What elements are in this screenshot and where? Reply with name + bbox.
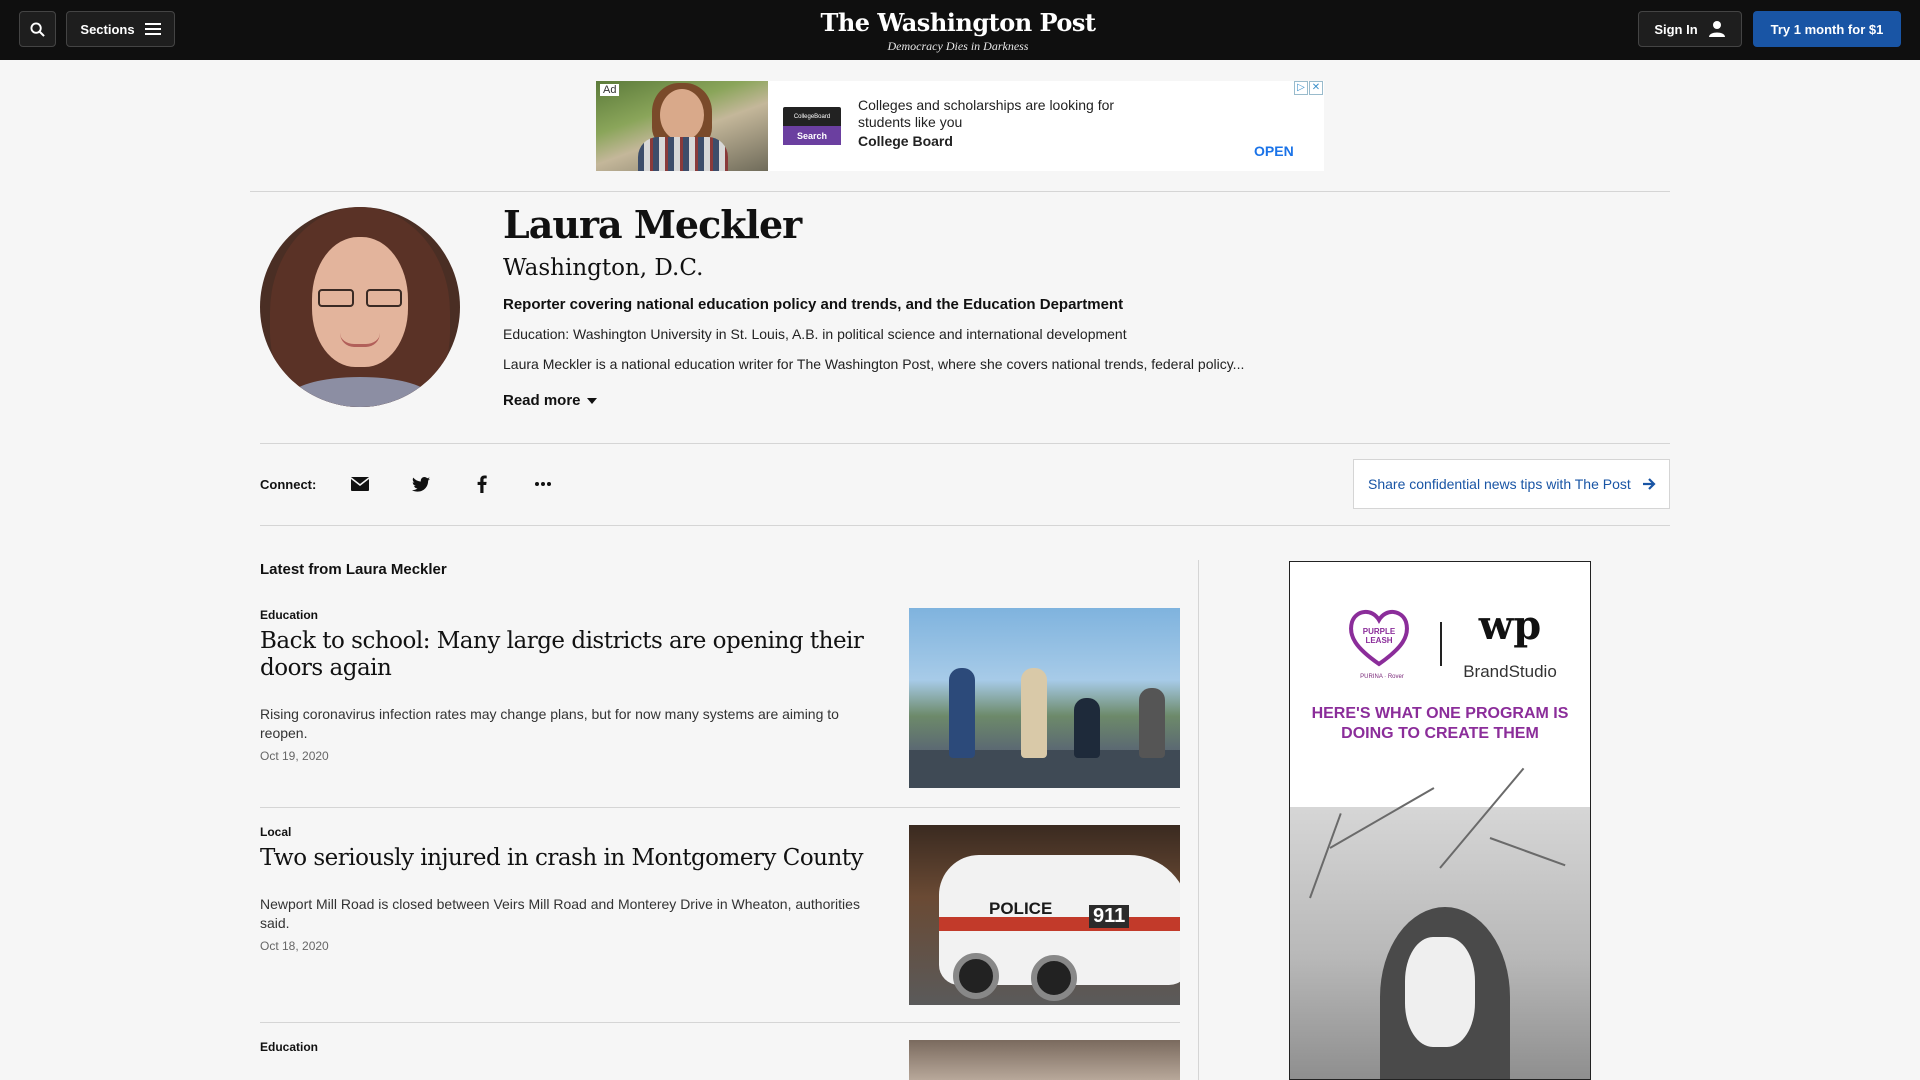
latest-section-title: Latest from Laura Meckler [260,561,447,578]
subscribe-button[interactable]: Try 1 month for $1 [1753,11,1901,47]
search-icon [30,21,45,37]
ad-text: Colleges and scholarships are looking fo… [858,97,1115,130]
sign-in-button[interactable]: Sign In [1638,11,1742,47]
police-car-graphic: POLICE [989,899,1053,918]
twitter-icon [412,476,430,492]
ad-photo: Ad [596,81,768,171]
ad-choices-icon[interactable]: ▷ [1294,81,1308,95]
side-ad-photo [1290,767,1590,1079]
article-headline[interactable]: Back to school: Many large districts are… [260,628,880,682]
search-button[interactable] [19,11,56,47]
email-button[interactable] [348,472,372,496]
sections-button[interactable]: Sections [66,11,175,47]
facebook-icon [477,475,487,493]
college-board-logo-text: CollegeBoard [793,113,831,120]
arrow-right-icon [1642,478,1656,490]
more-button[interactable] [531,472,555,496]
svg-text:LEASH: LEASH [1365,636,1392,645]
divider [260,1022,1180,1023]
college-board-logo: CollegeBoard Search [783,107,841,145]
read-more-label: Read more [503,392,581,409]
logo-name: The Washington Post [820,8,1096,37]
hamburger-icon [144,23,161,35]
author-bio: Laura Meckler is a national education wr… [503,356,1245,372]
logo-tagline: Democracy Dies in Darkness [887,39,1029,53]
author-name: Laura Meckler [503,202,802,247]
twitter-button[interactable] [409,472,433,496]
news-tips-label: Share confidential news tips with The Po… [1368,476,1631,492]
subscribe-label: Try 1 month for $1 [1770,21,1884,37]
police-car-graphic: 911 [1089,905,1130,928]
heart-leash-icon: PURPLE LEASH [1349,610,1409,667]
sections-label: Sections [80,21,135,37]
email-icon [351,477,369,491]
article-blurb: Newport Mill Road is closed between Veir… [260,896,860,931]
ad-brand: College Board [858,133,953,149]
facebook-button[interactable] [470,472,494,496]
brand-studio-label: BrandStudio [1463,662,1557,681]
author-avatar [260,207,460,407]
article-headline[interactable]: Two seriously injured in crash in Montgo… [260,845,880,872]
wp-logo: wp [1478,602,1542,649]
article-image[interactable] [909,1040,1180,1080]
ad-open-button[interactable]: OPEN [1254,143,1294,159]
more-icon [535,482,551,486]
partner-logos: PURINA · Rover [1360,674,1404,680]
side-advertisement[interactable]: PURPLE LEASH PURINA · Rover wp BrandStud… [1289,561,1591,1080]
read-more-button[interactable]: Read more [503,392,597,409]
article-kicker[interactable]: Education [260,608,318,622]
author-education: Education: Washington University in St. … [503,326,1127,342]
side-ad-headline: HERE'S WHAT ONE PROGRAM IS DOING TO CREA… [1311,705,1569,742]
top-nav-bar: Sections The Washington Post Democracy D… [0,0,1920,60]
connect-label: Connect: [260,477,317,492]
top-advertisement[interactable]: Ad CollegeBoard Search Colleges and scho… [596,81,1324,171]
user-icon [1708,21,1725,37]
article-blurb: Rising coronavirus infection rates may c… [260,706,839,741]
svg-text:PURPLE: PURPLE [1363,627,1396,636]
article-kicker[interactable]: Education [260,1040,318,1054]
article-item: Local Two seriously injured in crash in … [260,825,1180,1025]
divider [260,807,1180,808]
article-date: Oct 18, 2020 [260,939,329,953]
article-image[interactable] [909,608,1180,788]
divider [260,443,1670,444]
divider [260,525,1670,526]
article-item: Education [260,1040,1180,1080]
ad-choices[interactable]: ▷ ✕ [1294,81,1324,97]
sign-in-label: Sign In [1654,21,1698,37]
author-location: Washington, D.C. [503,255,704,281]
news-tips-link[interactable]: Share confidential news tips with The Po… [1353,459,1670,509]
article-image[interactable]: POLICE 911 [909,825,1180,1005]
article-item: Education Back to school: Many large dis… [260,608,1180,808]
divider [250,191,1670,192]
article-kicker[interactable]: Local [260,825,291,839]
ad-label: Ad [600,84,620,96]
column-divider [1198,560,1199,1080]
site-logo[interactable]: The Washington Post Democracy Dies in Da… [818,8,1098,54]
close-icon[interactable]: ✕ [1309,81,1323,95]
author-role: Reporter covering national education pol… [503,296,1124,313]
divider [1440,622,1442,666]
college-board-search-label: Search [783,126,841,145]
article-date: Oct 19, 2020 [260,749,329,763]
caret-down-icon [586,397,597,404]
